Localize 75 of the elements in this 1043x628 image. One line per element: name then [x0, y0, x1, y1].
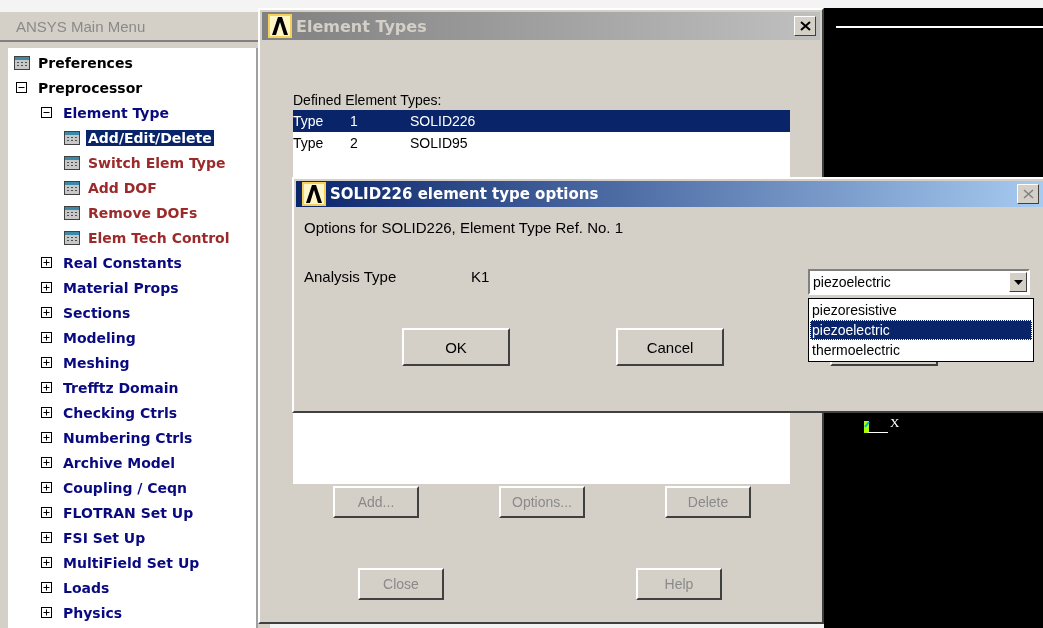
- dialog-icon: [64, 180, 80, 195]
- dialog-description: Options for SOLID226, Element Type Ref. No. 1: [304, 219, 625, 238]
- type-label: Type: [293, 113, 325, 129]
- type-label: Type: [293, 135, 325, 151]
- expand-icon[interactable]: [41, 407, 52, 418]
- window-title: Element Types: [296, 16, 428, 36]
- element-name: SOLID95: [410, 135, 468, 151]
- expand-icon[interactable]: [41, 457, 52, 468]
- list-row[interactable]: Type 2 SOLID95: [293, 132, 790, 154]
- menu-item[interactable]: Loads: [61, 579, 112, 596]
- menu-item[interactable]: Switch Elem Type: [86, 154, 228, 171]
- expand-icon[interactable]: [41, 357, 52, 368]
- menu-item[interactable]: Archive Model: [61, 454, 178, 471]
- expand-icon[interactable]: [41, 257, 52, 268]
- menu-item[interactable]: Add DOF: [86, 179, 159, 196]
- dialog-title: SOLID226 element type options: [330, 185, 600, 203]
- ansys-logo-icon: [302, 182, 326, 206]
- collapse-icon[interactable]: [16, 82, 27, 93]
- dialog-icon: [64, 155, 80, 170]
- close-icon: [1022, 189, 1034, 199]
- menu-item[interactable]: Physics: [61, 604, 125, 621]
- menu-item[interactable]: Material Props: [61, 279, 181, 296]
- expand-icon[interactable]: [41, 532, 52, 543]
- dialog-icon: [64, 130, 80, 145]
- expand-icon[interactable]: [41, 507, 52, 518]
- caret-icon: [1013, 279, 1023, 285]
- analysis-type-dropdown[interactable]: piezoelectric: [808, 269, 1030, 295]
- expand-icon[interactable]: [41, 282, 52, 293]
- dropdown-option[interactable]: thermoelectric: [810, 340, 1032, 360]
- menu-item[interactable]: FSI Set Up: [61, 529, 148, 546]
- field-key: K1: [471, 268, 490, 288]
- menu-item[interactable]: Preprocessor: [36, 79, 145, 96]
- dialog-button[interactable]: OK: [402, 328, 510, 366]
- expand-icon[interactable]: [41, 332, 52, 343]
- expand-icon[interactable]: [41, 557, 52, 568]
- menu-item[interactable]: Trefftz Domain: [61, 379, 181, 396]
- menu-item[interactable]: Element Type: [61, 104, 171, 121]
- type-number: 2: [350, 135, 359, 151]
- expand-icon[interactable]: [41, 607, 52, 618]
- dropdown-option[interactable]: piezoelectric: [810, 320, 1032, 340]
- menu-item[interactable]: Real Constants: [61, 254, 184, 271]
- list-row[interactable]: Type 1 SOLID226: [293, 110, 790, 132]
- menu-item[interactable]: Elem Tech Control: [86, 229, 232, 246]
- dialog-icon: [14, 55, 30, 70]
- axis-label: X: [890, 417, 900, 429]
- menu-item[interactable]: Preferences: [36, 54, 135, 71]
- menu-item[interactable]: Checking Ctrls: [61, 404, 179, 421]
- menu-item[interactable]: Coupling / Ceqn: [61, 479, 190, 496]
- menu-item[interactable]: Modeling: [61, 329, 138, 346]
- dropdown-value: piezoelectric: [813, 274, 892, 290]
- close-icon: [799, 21, 811, 31]
- menu-item[interactable]: Numbering Ctrls: [61, 429, 195, 446]
- ansys-logo-icon: [268, 14, 292, 38]
- menu-item[interactable]: FLOTRAN Set Up: [61, 504, 196, 521]
- close-button[interactable]: [1017, 184, 1039, 204]
- expand-icon[interactable]: [41, 307, 52, 318]
- expand-icon[interactable]: [41, 432, 52, 443]
- expand-icon[interactable]: [41, 582, 52, 593]
- list-label: Defined Element Types:: [293, 91, 443, 110]
- menu-item[interactable]: Remove DOFs: [86, 204, 200, 221]
- dialog-icon: [64, 205, 80, 220]
- dialog-button[interactable]: Cancel: [616, 328, 724, 366]
- menu-item[interactable]: Meshing: [61, 354, 132, 371]
- dialog-icon: [64, 230, 80, 245]
- expand-icon[interactable]: [41, 382, 52, 393]
- element-name: SOLID226: [410, 113, 476, 129]
- dropdown-button[interactable]: [1009, 272, 1027, 292]
- menu-item[interactable]: Add/Edit/Delete: [86, 129, 214, 146]
- type-number: 1: [350, 113, 359, 129]
- collapse-icon[interactable]: [41, 107, 52, 118]
- menu-item[interactable]: MultiField Set Up: [61, 554, 202, 571]
- field-label: Analysis Type: [304, 268, 398, 287]
- menu-item[interactable]: Sections: [61, 304, 133, 321]
- expand-icon[interactable]: [41, 482, 52, 493]
- dropdown-option[interactable]: piezoresistive: [810, 300, 1032, 320]
